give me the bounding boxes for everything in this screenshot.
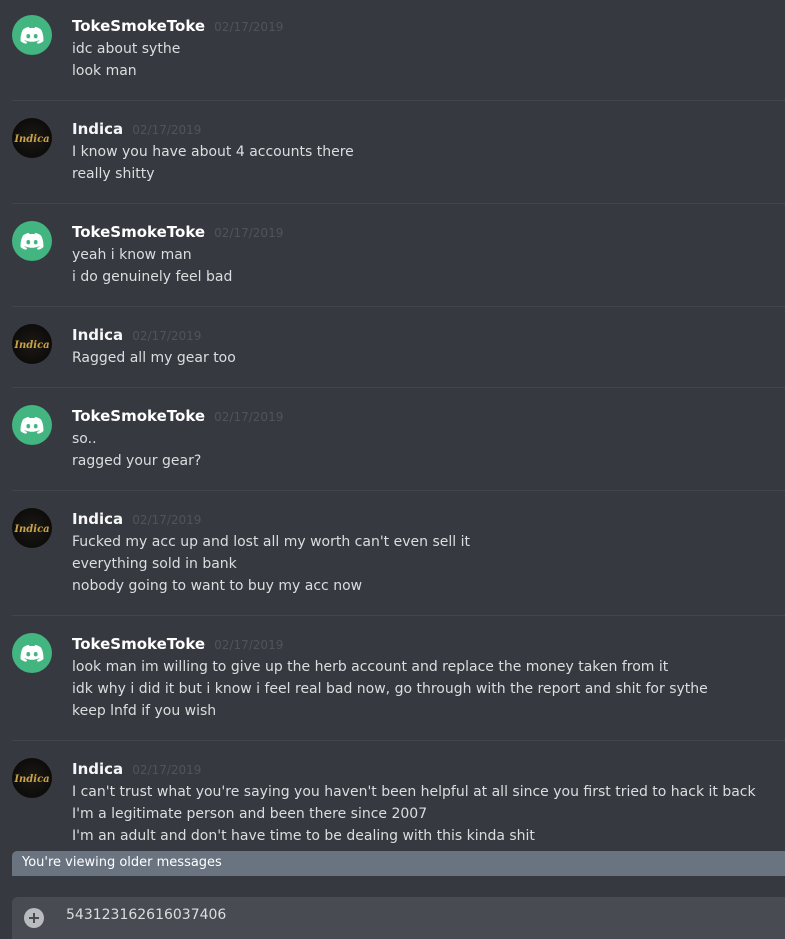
- message-author[interactable]: TokeSmokeToke: [72, 223, 205, 241]
- message-text: so..: [72, 431, 97, 447]
- message-divider: [12, 740, 785, 741]
- message-author[interactable]: TokeSmokeToke: [72, 17, 205, 35]
- message-divider: [12, 490, 785, 491]
- message-header: Indica 02/17/2019: [72, 324, 201, 346]
- message-text: ragged your gear?: [72, 453, 202, 469]
- message-text: everything sold in bank: [72, 556, 237, 572]
- svg-text:Indica: Indica: [13, 340, 49, 351]
- message-author[interactable]: Indica: [72, 120, 123, 138]
- message-text: I can't trust what you're saying you hav…: [72, 784, 756, 800]
- message-divider: [12, 100, 785, 101]
- message-text: look man: [72, 63, 137, 79]
- message-header: TokeSmokeToke 02/17/2019: [72, 221, 283, 243]
- message-header: Indica 02/17/2019: [72, 758, 201, 780]
- message-composer[interactable]: 543123162616037406: [12, 897, 785, 939]
- message-text: look man im willing to give up the herb …: [72, 659, 669, 675]
- message-author[interactable]: TokeSmokeToke: [72, 635, 205, 653]
- svg-text:Indica: Indica: [13, 524, 49, 535]
- message-author[interactable]: Indica: [72, 510, 123, 528]
- indica-avatar[interactable]: Indica: [12, 508, 52, 548]
- message-timestamp: 02/17/2019: [214, 226, 284, 240]
- message-timestamp: 02/17/2019: [214, 638, 284, 652]
- message-author[interactable]: TokeSmokeToke: [72, 407, 205, 425]
- older-messages-bar[interactable]: You're viewing older messages: [12, 851, 785, 876]
- plus-circle-icon[interactable]: [24, 908, 44, 928]
- message-text: I know you have about 4 accounts there: [72, 144, 354, 160]
- chat-messages: TokeSmokeToke 02/17/2019 idc about sythe…: [0, 0, 785, 851]
- discord-default-icon[interactable]: [12, 15, 52, 55]
- message-text: idk why i did it but i know i feel real …: [72, 681, 708, 697]
- message-text: really shitty: [72, 166, 155, 182]
- indica-avatar[interactable]: Indica: [12, 324, 52, 364]
- message-text: I'm an adult and don't have time to be d…: [72, 828, 535, 844]
- indica-avatar[interactable]: Indica: [12, 758, 52, 798]
- message-timestamp: 02/17/2019: [132, 513, 202, 527]
- message-text: nobody going to want to buy my acc now: [72, 578, 363, 594]
- message-divider: [12, 203, 785, 204]
- svg-text:Indica: Indica: [13, 134, 49, 145]
- message-header: TokeSmokeToke 02/17/2019: [72, 405, 283, 427]
- older-messages-label: You're viewing older messages: [22, 855, 222, 870]
- message-divider: [12, 306, 785, 307]
- svg-text:Indica: Indica: [13, 774, 49, 785]
- message-timestamp: 02/17/2019: [132, 763, 202, 777]
- message-divider: [12, 615, 785, 616]
- message-text: I'm a legitimate person and been there s…: [72, 806, 428, 822]
- message-header: TokeSmokeToke 02/17/2019: [72, 633, 283, 655]
- message-timestamp: 02/17/2019: [214, 410, 284, 424]
- message-timestamp: 02/17/2019: [132, 329, 202, 343]
- message-author[interactable]: Indica: [72, 760, 123, 778]
- message-timestamp: 02/17/2019: [132, 123, 202, 137]
- message-header: TokeSmokeToke 02/17/2019: [72, 15, 283, 37]
- indica-avatar[interactable]: Indica: [12, 118, 52, 158]
- message-divider: [12, 387, 785, 388]
- message-author[interactable]: Indica: [72, 326, 123, 344]
- message-text: Ragged all my gear too: [72, 350, 236, 366]
- message-text: Fucked my acc up and lost all my worth c…: [72, 534, 470, 550]
- discord-default-icon[interactable]: [12, 633, 52, 673]
- message-header: Indica 02/17/2019: [72, 508, 201, 530]
- message-input[interactable]: 543123162616037406: [66, 907, 226, 923]
- message-timestamp: 02/17/2019: [214, 20, 284, 34]
- message-text: keep lnfd if you wish: [72, 703, 217, 719]
- discord-default-icon[interactable]: [12, 221, 52, 261]
- message-text: i do genuinely feel bad: [72, 269, 233, 285]
- message-text: idc about sythe: [72, 41, 181, 57]
- message-text: yeah i know man: [72, 247, 192, 263]
- message-header: Indica 02/17/2019: [72, 118, 201, 140]
- discord-default-icon[interactable]: [12, 405, 52, 445]
